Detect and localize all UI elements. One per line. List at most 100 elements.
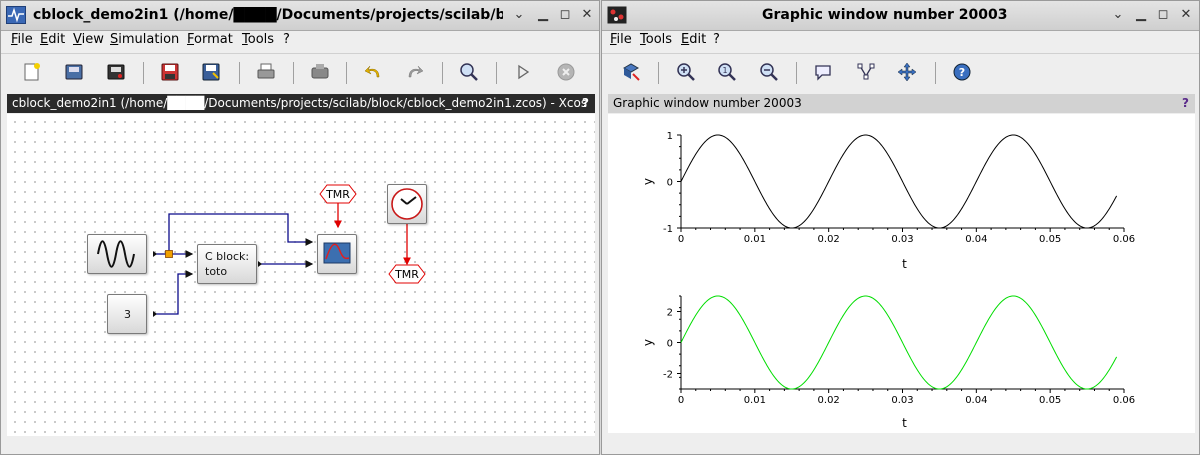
xcos-menubar: File Edit View Simulation Format Tools ? xyxy=(1,31,599,51)
output-port xyxy=(153,311,157,317)
xcos-toolbar xyxy=(1,53,599,91)
save-as-icon[interactable] xyxy=(201,62,221,82)
zoom-fit-icon[interactable] xyxy=(459,62,479,82)
minimize-button-icon[interactable]: ▁ xyxy=(1133,7,1149,23)
datatip-icon[interactable] xyxy=(814,62,834,82)
open-in-scilab-icon[interactable] xyxy=(106,62,126,82)
export-icon[interactable] xyxy=(310,62,330,82)
y-tick-label: 0 xyxy=(667,339,673,350)
toolbar-separator xyxy=(346,62,347,84)
xcos-diagram-titlebar: cblock_demo2in1 (/home/████/Documents/pr… xyxy=(7,94,595,113)
menu-file[interactable]: File xyxy=(610,32,632,47)
start-simulation-icon[interactable] xyxy=(513,62,533,82)
diagram-help-icon[interactable]: ? xyxy=(582,94,589,113)
x-tick-label: 0.04 xyxy=(965,234,987,245)
x-tick-label: 0.01 xyxy=(744,234,766,245)
split-point[interactable] xyxy=(165,250,173,258)
minimize-icon[interactable]: ⌄ xyxy=(1110,7,1126,23)
y-tick-label: -1 xyxy=(663,224,673,235)
link-const-to-cblock[interactable] xyxy=(153,270,194,315)
zoom-in-icon[interactable] xyxy=(676,62,696,82)
c-block-name: toto xyxy=(205,265,228,278)
sine-generator-block[interactable] xyxy=(87,234,147,274)
scope-block[interactable] xyxy=(317,234,357,274)
graphic-dock-titlebar: Graphic window number 20003 ? xyxy=(608,94,1195,113)
help-icon[interactable]: ? xyxy=(952,62,972,82)
close-icon[interactable]: ✕ xyxy=(1178,7,1194,23)
zoom-out-icon[interactable] xyxy=(759,62,779,82)
menu-help[interactable]: ? xyxy=(283,32,290,47)
menu-format[interactable]: Format xyxy=(187,32,233,47)
scilab-graphic-icon xyxy=(607,6,627,24)
toolbar-separator xyxy=(658,62,659,84)
clock-block[interactable] xyxy=(387,184,427,224)
series-line xyxy=(680,134,1118,229)
edit-data-icon[interactable] xyxy=(856,62,876,82)
y-tick-label: 1 xyxy=(667,131,673,142)
menu-view[interactable]: View xyxy=(73,32,104,47)
graphic-menubar: File Tools Edit ? xyxy=(602,31,1199,51)
x-tick-label: 0.02 xyxy=(818,395,840,406)
y-axis-label: y xyxy=(641,339,655,346)
undo-icon[interactable] xyxy=(363,62,383,82)
menu-help[interactable]: ? xyxy=(713,32,720,47)
menu-tools[interactable]: Tools xyxy=(640,32,672,47)
x-tick-label: 0.01 xyxy=(744,395,766,406)
x-tick-label: 0 xyxy=(678,234,684,245)
x-tick-label: 0.03 xyxy=(891,234,913,245)
menu-file[interactable]: File xyxy=(11,32,33,47)
graphic-toolbar: 1 ? xyxy=(602,53,1199,91)
xcos-diagram-canvas[interactable]: TMR TMR C block: toto 3 xyxy=(7,114,595,436)
x-tick-label: 0.02 xyxy=(818,234,840,245)
x-tick-label: 0.05 xyxy=(1039,395,1061,406)
graphic-window-title: Graphic window number 20003 xyxy=(762,7,1008,23)
menu-edit[interactable]: Edit xyxy=(40,32,65,47)
maximize-icon[interactable]: ◻ xyxy=(1155,7,1171,23)
x-tick-label: 0.06 xyxy=(1113,395,1135,406)
minimize-icon[interactable]: ⌄ xyxy=(511,7,527,23)
menu-simulation[interactable]: Simulation xyxy=(110,32,179,47)
tmr-bottom-label: TMR xyxy=(394,268,419,281)
constant-value: 3 xyxy=(124,308,131,321)
x-tick-label: 0 xyxy=(678,395,684,406)
menu-tools[interactable]: Tools xyxy=(242,32,274,47)
scope-icon xyxy=(323,242,351,264)
zoom-reset-icon[interactable]: 1 xyxy=(717,62,737,82)
output-port xyxy=(258,261,262,267)
menu-edit[interactable]: Edit xyxy=(681,32,706,47)
constant-block[interactable]: 3 xyxy=(107,294,147,334)
graphic-dock-title: Graphic window number 20003 xyxy=(613,96,802,110)
stop-simulation-icon[interactable] xyxy=(556,62,576,82)
new-diagram-icon[interactable] xyxy=(22,62,42,82)
sine-wave-icon xyxy=(97,240,135,268)
graphic-titlebar[interactable]: Graphic window number 20003 ⌄ ▁ ◻ ✕ xyxy=(602,1,1199,31)
graphic-help-icon[interactable]: ? xyxy=(1182,94,1189,113)
save-icon[interactable] xyxy=(160,62,180,82)
select-figure-icon[interactable] xyxy=(621,62,641,82)
xcos-window: cblock_demo2in1 (/home/████/Documents/pr… xyxy=(0,0,600,455)
maximize-icon[interactable]: ◻ xyxy=(557,7,573,23)
y-tick-label: 2 xyxy=(667,308,673,319)
xcos-app-icon xyxy=(6,6,26,24)
redo-icon[interactable] xyxy=(405,62,425,82)
pan-icon[interactable] xyxy=(897,62,917,82)
c-block[interactable]: C block: toto xyxy=(197,244,257,284)
x-tick-label: 0.03 xyxy=(891,395,913,406)
toolbar-separator xyxy=(935,62,936,84)
toolbar-separator xyxy=(796,62,797,84)
y-tick-label: 0 xyxy=(667,178,673,189)
y-axis-label: y xyxy=(641,178,655,185)
svg-text:?: ? xyxy=(959,66,965,79)
close-icon[interactable]: ✕ xyxy=(579,7,595,23)
xcos-titlebar[interactable]: cblock_demo2in1 (/home/████/Documents/pr… xyxy=(1,1,599,31)
x-tick-label: 0.04 xyxy=(965,395,987,406)
toolbar-separator xyxy=(442,62,443,84)
print-icon[interactable] xyxy=(256,62,276,82)
series-line xyxy=(680,295,1118,390)
minimize-button-icon[interactable]: ▁ xyxy=(535,7,551,23)
output-port xyxy=(153,251,157,257)
y-tick-label: -2 xyxy=(663,370,673,381)
graphic-window: Graphic window number 20003 ⌄ ▁ ◻ ✕ File… xyxy=(601,0,1200,455)
open-file-icon[interactable] xyxy=(64,62,84,82)
graphic-plot-area[interactable]: 0 0.01 0.02 0.03 0.04 0.05 0.06 1 0 -1 t y 0 0.01 0.02… xyxy=(608,114,1195,433)
